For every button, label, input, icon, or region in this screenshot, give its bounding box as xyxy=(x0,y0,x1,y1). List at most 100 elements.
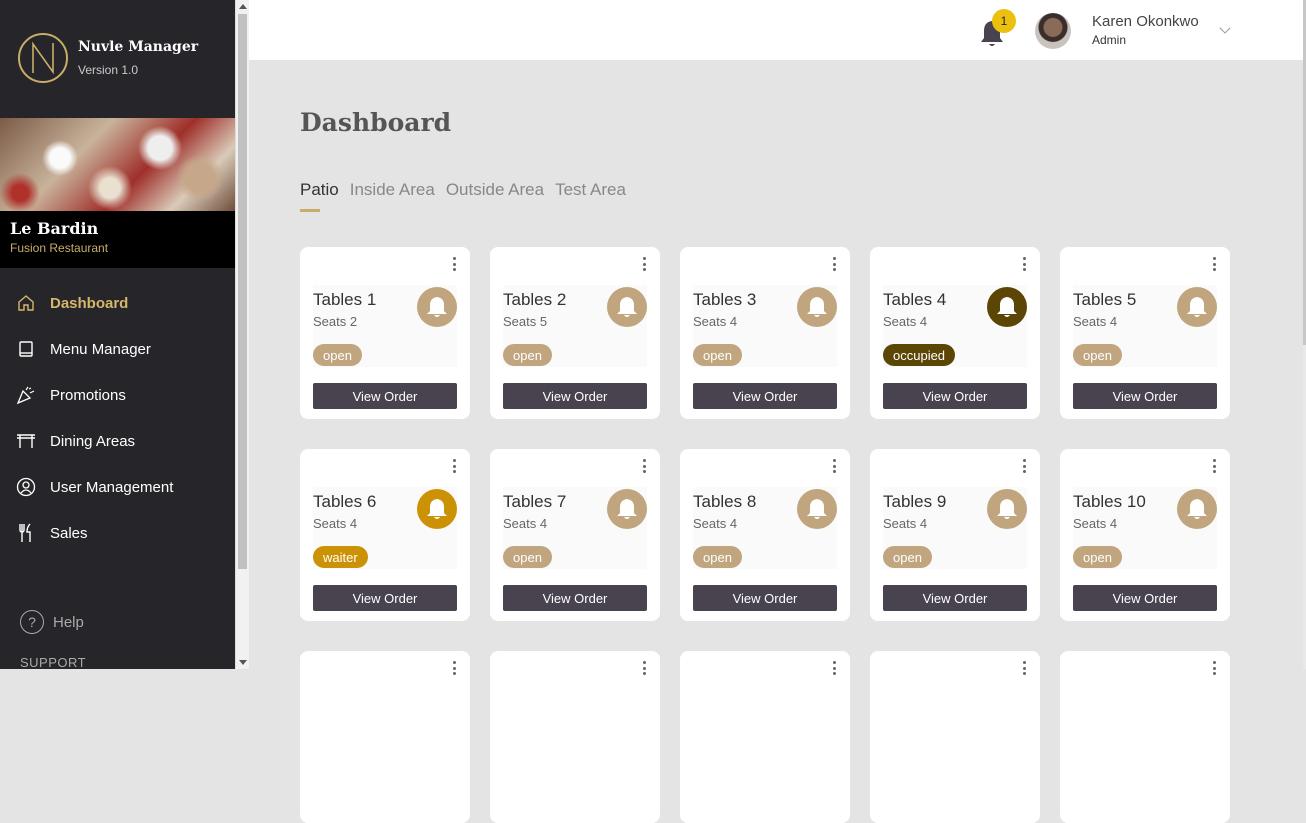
status-badge: occupied xyxy=(883,344,956,366)
table-card[interactable]: Tables 7 Seats 4 open View Order xyxy=(490,449,660,621)
more-options-icon[interactable] xyxy=(643,459,647,473)
bell-icon[interactable] xyxy=(987,489,1027,529)
bell-icon[interactable] xyxy=(797,489,837,529)
bell-icon[interactable] xyxy=(1177,287,1217,327)
sidebar-item-user-management[interactable]: User Management xyxy=(0,464,235,510)
more-options-icon[interactable] xyxy=(1213,661,1217,675)
table-seats: Seats 5 xyxy=(503,314,548,329)
table-card[interactable]: Tables 3 Seats 4 open View Order xyxy=(680,247,850,419)
table-name: Tables 9 xyxy=(883,492,947,511)
brand-version: Version 1.0 xyxy=(78,63,139,77)
more-options-icon[interactable] xyxy=(1023,257,1027,271)
bell-icon[interactable] xyxy=(417,489,457,529)
more-options-icon[interactable] xyxy=(833,661,837,675)
table-card[interactable] xyxy=(1060,651,1230,823)
table-name: Tables 10 xyxy=(1073,492,1146,511)
table-card[interactable] xyxy=(680,651,850,823)
table-card[interactable]: Tables 1 Seats 2 open View Order xyxy=(300,247,470,419)
sidebar-item-sales[interactable]: Sales xyxy=(0,510,235,556)
user-circle-icon xyxy=(16,477,36,497)
table-icon xyxy=(16,431,36,451)
bell-icon[interactable] xyxy=(987,287,1027,327)
more-options-icon[interactable] xyxy=(1023,459,1027,473)
view-order-button[interactable]: View Order xyxy=(1073,585,1217,611)
bell-icon[interactable] xyxy=(797,287,837,327)
table-seats: Seats 4 xyxy=(693,516,738,531)
table-card[interactable] xyxy=(300,651,470,823)
table-card[interactable]: Tables 10 Seats 4 open View Order xyxy=(1060,449,1230,621)
bell-icon[interactable] xyxy=(607,489,647,529)
scroll-up-arrow-icon[interactable] xyxy=(239,4,247,9)
more-options-icon[interactable] xyxy=(833,257,837,271)
sidebar: Nuvle Manager Version 1.0 Le Bardin Fusi… xyxy=(0,0,235,669)
scroll-down-arrow-icon[interactable] xyxy=(239,660,247,665)
more-options-icon[interactable] xyxy=(833,459,837,473)
help-link[interactable]: ? Help xyxy=(20,610,84,634)
sidebar-item-menu-manager[interactable]: Menu Manager xyxy=(0,326,235,372)
view-order-button[interactable]: View Order xyxy=(1073,383,1217,409)
more-options-icon[interactable] xyxy=(1213,257,1217,271)
brand-logo xyxy=(18,33,68,83)
tab-test-area[interactable]: Test Area xyxy=(555,180,626,212)
bell-icon[interactable] xyxy=(417,287,457,327)
view-order-button[interactable]: View Order xyxy=(503,383,647,409)
sidebar-item-label: Dining Areas xyxy=(50,432,136,450)
table-name: Tables 6 xyxy=(313,492,377,511)
avatar[interactable] xyxy=(1035,13,1071,49)
table-seats: Seats 4 xyxy=(693,314,738,329)
table-card[interactable]: Tables 4 Seats 4 occupied View Order xyxy=(870,247,1040,419)
more-options-icon[interactable] xyxy=(1023,661,1027,675)
restaurant-subtitle: Fusion Restaurant xyxy=(10,241,109,255)
view-order-button[interactable]: View Order xyxy=(693,585,837,611)
view-order-button[interactable]: View Order xyxy=(883,585,1027,611)
bell-icon[interactable] xyxy=(1177,489,1217,529)
user-name[interactable]: Karen Okonkwo xyxy=(1092,13,1199,30)
view-order-button[interactable]: View Order xyxy=(313,383,457,409)
view-order-button[interactable]: View Order xyxy=(313,585,457,611)
status-badge: open xyxy=(313,344,362,366)
status-badge: open xyxy=(693,546,742,568)
scrollbar-thumb[interactable] xyxy=(238,14,247,569)
sidebar-item-label: Menu Manager xyxy=(50,340,151,358)
tab-patio[interactable]: Patio xyxy=(300,180,339,212)
table-card[interactable]: Tables 8 Seats 4 open View Order xyxy=(680,449,850,621)
sidebar-item-dashboard[interactable]: Dashboard xyxy=(0,280,235,326)
table-card[interactable]: Tables 6 Seats 4 waiter View Order xyxy=(300,449,470,621)
more-options-icon[interactable] xyxy=(1213,459,1217,473)
more-options-icon[interactable] xyxy=(643,257,647,271)
support-heading: SUPPORT xyxy=(20,655,87,669)
table-name: Tables 1 xyxy=(313,290,377,309)
table-card[interactable]: Tables 9 Seats 4 open View Order xyxy=(870,449,1040,621)
utensils-icon xyxy=(16,523,36,543)
sidebar-item-dining-areas[interactable]: Dining Areas xyxy=(0,418,235,464)
brand-name: Nuvle Manager xyxy=(78,39,199,55)
sidebar-item-label: Dashboard xyxy=(50,294,129,312)
tab-inside-area[interactable]: Inside Area xyxy=(350,180,435,212)
top-bar: 1 Karen Okonkwo Admin xyxy=(249,0,1303,60)
table-seats: Seats 4 xyxy=(313,516,358,531)
more-options-icon[interactable] xyxy=(453,661,457,675)
table-name: Tables 7 xyxy=(503,492,567,511)
table-card[interactable]: Tables 5 Seats 4 open View Order xyxy=(1060,247,1230,419)
sidebar-scrollbar[interactable] xyxy=(235,0,249,669)
more-options-icon[interactable] xyxy=(643,661,647,675)
sidebar-item-label: Sales xyxy=(50,524,88,542)
table-card[interactable] xyxy=(490,651,660,823)
table-name: Tables 2 xyxy=(503,290,567,309)
table-name: Tables 4 xyxy=(883,290,947,309)
tab-outside-area[interactable]: Outside Area xyxy=(446,180,544,212)
more-options-icon[interactable] xyxy=(453,459,457,473)
view-order-button[interactable]: View Order xyxy=(503,585,647,611)
chevron-down-icon[interactable] xyxy=(1219,22,1231,34)
table-card[interactable] xyxy=(870,651,1040,823)
table-card[interactable]: Tables 2 Seats 5 open View Order xyxy=(490,247,660,419)
view-order-button[interactable]: View Order xyxy=(693,383,837,409)
page-title: Dashboard xyxy=(300,108,452,137)
more-options-icon[interactable] xyxy=(453,257,457,271)
sidebar-item-promotions[interactable]: Promotions xyxy=(0,372,235,418)
brand[interactable]: Nuvle Manager Version 1.0 xyxy=(18,32,198,84)
view-order-button[interactable]: View Order xyxy=(883,383,1027,409)
book-icon xyxy=(16,339,36,359)
status-badge: open xyxy=(693,344,742,366)
bell-icon[interactable] xyxy=(607,287,647,327)
